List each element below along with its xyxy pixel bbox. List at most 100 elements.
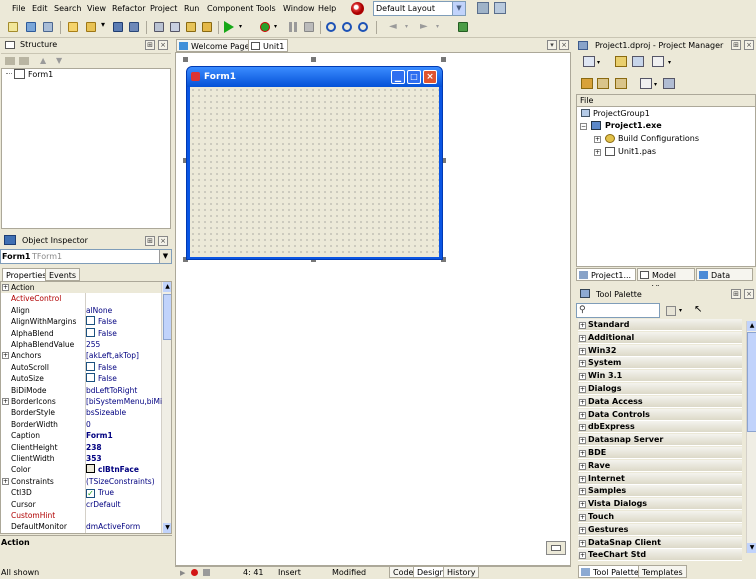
run-nodebug-dropdown-icon[interactable]: ▾	[274, 23, 277, 30]
help-globe-icon[interactable]	[351, 2, 364, 15]
menu-view[interactable]: View	[87, 4, 106, 13]
view-dropdown-icon[interactable]: ▾	[668, 59, 671, 66]
collapse-node-icon[interactable]: −	[580, 123, 587, 130]
palette-category[interactable]: + Datasnap Server	[578, 434, 742, 447]
new-project-icon[interactable]	[615, 56, 627, 67]
property-value[interactable]: crDefault	[86, 499, 162, 510]
column-header-file[interactable]: File	[577, 95, 755, 107]
palette-category[interactable]: + BDE	[578, 447, 742, 459]
list-dropdown-icon[interactable]: ▾	[654, 81, 657, 88]
property-value[interactable]: bsSizeable	[86, 407, 162, 418]
palette-category[interactable]: + Standard	[578, 319, 742, 331]
menu-edit[interactable]: Edit	[32, 4, 48, 13]
collapse-all-icon[interactable]	[615, 78, 627, 89]
scroll-up-icon[interactable]: ▲	[747, 321, 756, 331]
expand-category-icon[interactable]: +	[579, 526, 586, 534]
menu-component[interactable]: Component	[207, 4, 253, 13]
expand-property-icon[interactable]: +	[2, 352, 9, 360]
palette-category[interactable]: + Rave	[578, 459, 742, 472]
new-icon[interactable]	[6, 20, 20, 34]
maximize-icon[interactable]: □	[407, 70, 421, 84]
palette-category[interactable]: + Dialogs	[578, 383, 742, 395]
collapse-icon[interactable]	[5, 57, 15, 65]
palette-category[interactable]: + Win32	[578, 344, 742, 357]
expand-category-icon[interactable]: +	[579, 462, 586, 470]
back-arrow-icon[interactable]: ◄	[389, 21, 397, 32]
step-over-icon[interactable]	[340, 20, 354, 34]
component-selector[interactable]: Form1 TForm1 ▼	[0, 249, 172, 264]
tab-templates[interactable]: Templates	[638, 565, 687, 578]
menu-search[interactable]: Search	[54, 4, 81, 13]
property-value[interactable]: False	[86, 316, 162, 327]
set-layout-icon[interactable]	[494, 2, 506, 14]
open-icon[interactable]	[41, 20, 55, 34]
property-row[interactable]: DefaultMonitor dmActiveForm	[1, 521, 171, 532]
property-row[interactable]: ClientHeight 238	[1, 442, 171, 453]
expand-category-icon[interactable]: +	[579, 552, 586, 560]
expand-node-icon[interactable]: +	[594, 149, 601, 156]
expand-category-icon[interactable]: +	[579, 539, 586, 547]
chevron-down-icon[interactable]: ▼	[452, 2, 465, 15]
property-row[interactable]: + BorderIcons [biSystemMenu,biMini	[1, 396, 171, 407]
property-value[interactable]: ✓ True	[86, 487, 162, 499]
form-designer[interactable]: Form1 ▁ □ ×	[175, 52, 571, 566]
property-row[interactable]: AlphaBlend False	[1, 327, 171, 339]
property-row[interactable]: Align alNone	[1, 305, 171, 316]
palette-category[interactable]: + Gestures	[578, 523, 742, 536]
menu-project[interactable]: Project	[150, 4, 177, 13]
expand-all-icon[interactable]	[597, 78, 609, 89]
property-value[interactable]: dmActiveForm	[86, 521, 162, 532]
categories-icon[interactable]	[666, 306, 676, 316]
menu-run[interactable]: Run	[184, 4, 199, 13]
tab-tool-palette[interactable]: Tool Palette	[578, 565, 643, 578]
view-icon[interactable]	[652, 56, 664, 67]
program-reset-icon[interactable]	[302, 20, 316, 34]
property-value[interactable]: False	[86, 361, 162, 373]
save-all-icon[interactable]	[127, 20, 141, 34]
trace-into-icon[interactable]	[324, 20, 338, 34]
property-row[interactable]: + Constraints (TSizeConstraints)	[1, 476, 171, 487]
property-row[interactable]: AlignWithMargins False	[1, 316, 171, 327]
expand-category-icon[interactable]: +	[579, 386, 586, 393]
view-unit-icon[interactable]	[200, 20, 214, 34]
expand-category-icon[interactable]: +	[579, 411, 586, 419]
property-value[interactable]: Form1	[86, 430, 162, 441]
run-without-debug-icon[interactable]	[258, 20, 272, 34]
chevron-down-icon[interactable]: ▼	[159, 250, 171, 263]
palette-category[interactable]: + Internet	[578, 472, 742, 485]
menu-refactor[interactable]: Refactor	[112, 4, 146, 13]
palette-category[interactable]: + DataSnap Client	[578, 536, 742, 549]
expand-category-icon[interactable]: +	[579, 373, 586, 381]
forward-dropdown-icon[interactable]: ▾	[436, 23, 439, 30]
property-value[interactable]: clBtnFace	[86, 464, 162, 475]
run-dropdown-icon[interactable]: ▾	[239, 23, 242, 30]
property-row[interactable]: BorderWidth 0	[1, 419, 171, 430]
tab-welcome-page[interactable]: Welcome Page	[176, 39, 254, 52]
expand-category-icon[interactable]: +	[579, 334, 586, 342]
open-folder-icon[interactable]	[84, 20, 98, 34]
new-file-icon[interactable]	[66, 20, 80, 34]
toggle-form-unit-icon[interactable]	[184, 20, 198, 34]
layout-select[interactable]: Default Layout ▼	[373, 1, 466, 16]
expand-category-icon[interactable]: +	[579, 398, 586, 406]
property-row[interactable]: Ctl3D ✓ True	[1, 487, 171, 499]
expand-property-icon[interactable]: +	[2, 284, 9, 291]
close-icon[interactable]: ×	[158, 40, 168, 50]
help-book-icon[interactable]	[456, 20, 470, 34]
property-value[interactable]: 255	[86, 339, 162, 350]
move-up-icon[interactable]: ▲	[40, 56, 46, 65]
list-view-icon[interactable]	[640, 78, 652, 89]
property-row[interactable]: CustomHint	[1, 510, 171, 521]
tab-history[interactable]: History	[443, 566, 480, 578]
expand-category-icon[interactable]: +	[579, 501, 586, 509]
close-tab-icon[interactable]: ×	[559, 40, 569, 50]
add-to-project-icon[interactable]	[168, 20, 182, 34]
tab-properties[interactable]: Properties	[2, 268, 51, 281]
new-items-icon[interactable]	[24, 20, 38, 34]
pause-icon[interactable]	[286, 20, 300, 34]
categories-dropdown-icon[interactable]: ▾	[679, 307, 682, 314]
scroll-down-icon[interactable]: ▼	[747, 543, 756, 553]
scroll-up-icon[interactable]: ▲	[163, 282, 171, 292]
property-value[interactable]: False	[86, 327, 162, 339]
close-icon[interactable]: ×	[744, 289, 754, 299]
